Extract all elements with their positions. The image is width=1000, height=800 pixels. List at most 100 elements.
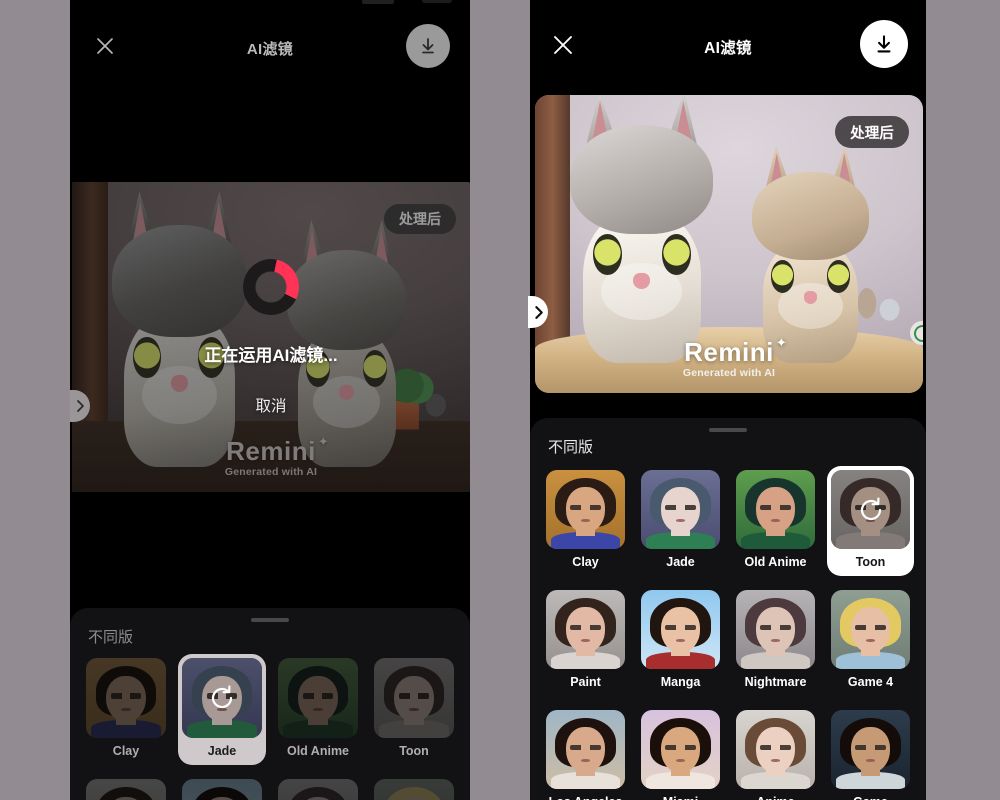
filter-thumbnail [278,779,358,800]
filter-tile-toon[interactable]: Toon [370,654,458,765]
download-icon[interactable] [406,24,450,68]
filter-thumbnail-art [546,470,625,549]
filter-thumbnail-image [641,590,720,669]
filter-thumbnail [641,710,720,789]
filter-thumbnail-image [736,590,815,669]
loading-overlay: 正在运用AI滤镜... 取消 [72,182,470,492]
sheet-grabber[interactable] [251,618,289,622]
filter-tile-game-4[interactable]: Game 4 [827,586,914,696]
filter-tile-los-angeles[interactable]: Los Angeles [542,706,629,800]
filter-thumbnail-image [546,590,625,669]
cancel-button[interactable]: 取消 [255,394,286,416]
filter-tile-label: Game [831,789,910,800]
filter-tile-label: Old Anime [286,744,350,758]
filter-thumbnail-art [86,658,166,738]
filter-tile-label: Jade [666,555,695,569]
filter-thumbnail [831,590,910,669]
filter-thumbnail [374,658,454,738]
filter-thumbnail-art [736,590,815,669]
filter-thumbnail-image [831,590,910,669]
filter-tile-label: Toon [399,744,429,758]
filter-tile-label: Nightmare [744,675,807,689]
screenshot-stage: AI滤镜 处理后 Remini ✦ Generated with AI 正在运用… [0,0,1000,800]
filter-tile-clay[interactable]: Clay [82,654,170,765]
filter-tile-game-4[interactable]: Game 4 [370,775,458,800]
filter-thumbnail [831,470,910,549]
filter-tile-label: Toon [855,555,886,569]
refresh-icon [211,685,233,709]
status-badge[interactable]: 处理后 [835,116,909,148]
filter-thumbnail-image [86,658,166,738]
filter-tile-manga[interactable]: Manga [637,586,724,696]
refresh-icon [860,497,881,520]
filter-tile-jade[interactable]: Jade [178,654,266,765]
filter-tile-paint[interactable]: Paint [542,586,629,696]
filter-tile-label: Anime [736,789,815,800]
filter-thumbnail-image [641,470,720,549]
filter-thumbnail-art [736,470,815,549]
filter-tile-old-anime[interactable]: Old Anime [732,466,819,576]
filter-tile-anime[interactable]: Anime [732,706,819,800]
filters-sheet-right: 不同版 Clay Jade Old Anime Toon Paint Manga Night… [530,418,926,800]
filter-thumbnail [736,710,815,789]
filter-thumbnail [546,590,625,669]
filter-grid-right: Clay Jade Old Anime Toon Paint Manga Nightmare… [542,466,914,800]
filter-thumbnail-image [278,779,358,800]
status-bar [70,0,470,14]
filter-tile-label: Manga [660,675,701,689]
filter-tile-nightmare[interactable]: Nightmare [732,586,819,696]
loading-status-text: 正在运用AI滤镜... [204,345,338,365]
filter-thumbnail-image [831,710,910,789]
download-icon[interactable] [860,20,908,68]
filter-tile-label: Clay [572,555,599,569]
filter-thumbnail [86,779,166,800]
filter-thumbnail [278,658,358,738]
filter-thumbnail-image [374,658,454,738]
filter-thumbnail [736,470,815,549]
filter-tile-clay[interactable]: Clay [542,466,629,576]
filter-thumbnail-image [546,710,625,789]
filter-tile-miami[interactable]: Miami [637,706,724,800]
filter-tile-game[interactable]: Game [827,706,914,800]
sheet-title: 不同版 [548,439,594,456]
filter-tile-old-anime[interactable]: Old Anime [274,654,362,765]
filter-thumbnail-art [546,710,625,789]
photo-cat-right [752,145,869,364]
filter-thumbnail-art [86,779,166,800]
filter-thumbnail-art [374,658,454,738]
filter-thumbnail-art [374,779,454,800]
preview-photo-left[interactable]: 处理后 Remini ✦ Generated with AI 正在运用AI滤镜..… [72,182,470,492]
app-header-left: AI滤镜 [70,22,470,70]
filter-thumbnail-art [278,658,358,738]
filter-thumbnail-art [278,779,358,800]
filter-tile-label: Jade [207,744,237,758]
filter-thumbnail-image [374,779,454,800]
filter-thumbnail [374,779,454,800]
filter-tile-paint[interactable]: Paint [82,775,170,800]
filter-thumbnail-image [182,779,262,800]
filter-thumbnail-art [182,779,262,800]
filter-tile-manga[interactable]: Manga [178,775,266,800]
status-bar-signal [362,0,394,4]
filter-thumbnail-art [831,590,910,669]
sheet-title: 不同版 [88,629,134,646]
filter-thumbnail [86,658,166,738]
filter-tile-nightmare[interactable]: Nightmare [274,775,362,800]
filter-thumbnail [641,470,720,549]
filter-thumbnail-image [736,710,815,789]
filter-thumbnail-image [86,779,166,800]
loading-spinner-icon [243,258,299,315]
filter-thumbnail [831,710,910,789]
filter-thumbnail-image [736,470,815,549]
sheet-grabber[interactable] [709,428,747,432]
filter-tile-toon[interactable]: Toon [827,466,914,576]
phone-screen-right: AI滤镜 处理后 Remini ✦ Generated with AI 不同版 … [530,0,926,800]
filter-tile-label: Old Anime [744,555,807,569]
filter-tile-label: Clay [112,744,140,758]
filter-thumbnail-art [736,710,815,789]
filter-thumbnail-image [278,658,358,738]
filter-thumbnail [546,710,625,789]
preview-photo-right[interactable]: 处理后 Remini ✦ Generated with AI [535,95,923,393]
filter-thumbnail-image [546,470,625,549]
filter-tile-jade[interactable]: Jade [637,466,724,576]
